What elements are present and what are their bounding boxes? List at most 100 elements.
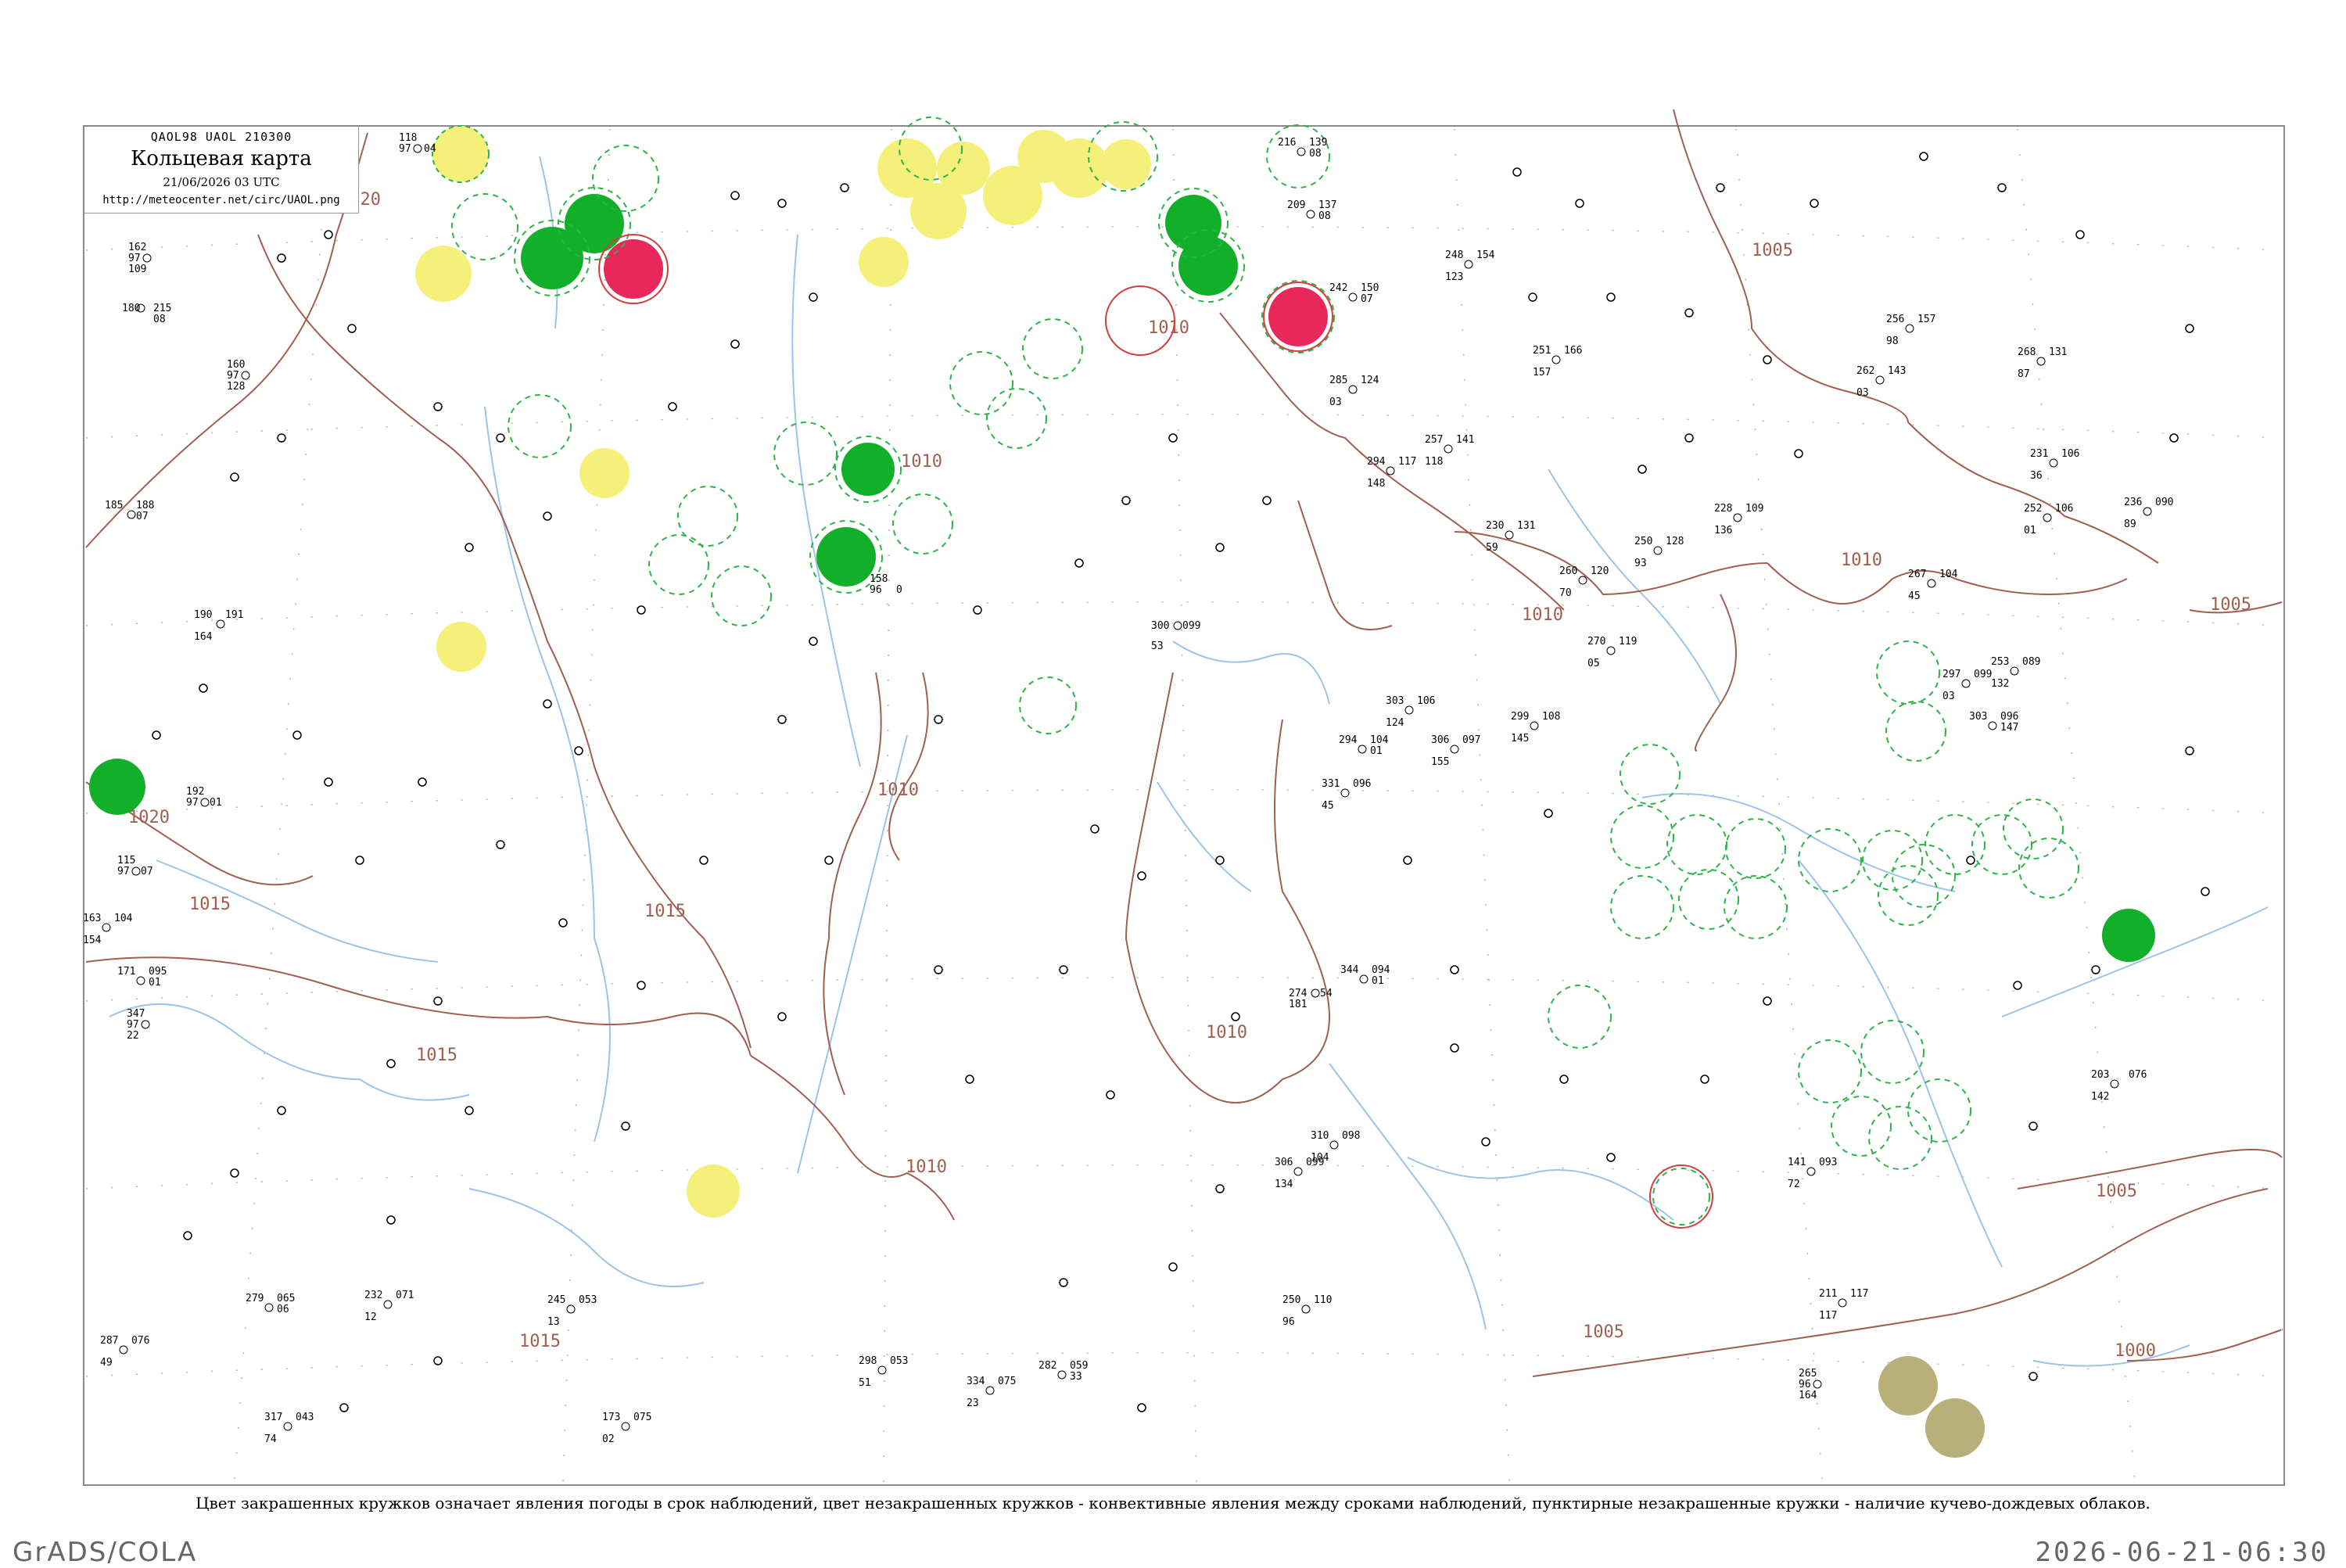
- svg-text:282: 282: [1038, 1360, 1056, 1372]
- station: 209 13708: [1287, 199, 1336, 222]
- map-datetime: 21/06/2026 03 UTC: [163, 175, 280, 189]
- filled-circle-green: [841, 443, 895, 496]
- station: 299 108 145: [1511, 711, 1560, 745]
- station: 310 098 104: [1311, 1130, 1360, 1164]
- svg-text:185: 185: [105, 500, 123, 511]
- svg-text:03: 03: [1856, 387, 1869, 399]
- isobar-label: 1005: [1583, 1322, 1624, 1342]
- filled-circle-green: [89, 759, 145, 815]
- svg-text:36: 36: [2030, 470, 2043, 482]
- filled-circle-red: [604, 239, 663, 299]
- station: 163 104 154: [83, 913, 133, 946]
- title-box: QAOL98 UAOL 210300 Кольцевая карта 21/06…: [84, 127, 359, 213]
- svg-text:01: 01: [149, 977, 161, 989]
- red-rings: [598, 234, 1713, 1229]
- station: 26596164: [1799, 1368, 1822, 1401]
- svg-text:01: 01: [2024, 525, 2036, 536]
- station: 250 128 93: [1634, 536, 1684, 569]
- svg-text:331: 331: [1322, 778, 1340, 790]
- svg-text:253: 253: [1991, 656, 2009, 668]
- svg-text:115: 115: [117, 855, 135, 867]
- svg-text:74: 74: [264, 1433, 277, 1445]
- svg-text:262: 262: [1856, 365, 1874, 377]
- station: 256 157 98: [1886, 314, 1935, 347]
- isobar-label: 1010: [1841, 551, 1882, 570]
- svg-text:117: 117: [1398, 456, 1416, 468]
- bulletin-code: QAOL98 UAOL 210300: [150, 130, 292, 144]
- svg-text:216: 216: [1278, 137, 1296, 149]
- svg-text:076: 076: [131, 1335, 149, 1347]
- svg-text:97: 97: [128, 253, 141, 264]
- svg-text:89: 89: [2124, 518, 2136, 530]
- station: 252 106 01: [2024, 503, 2073, 536]
- svg-text:248: 248: [1445, 249, 1463, 261]
- svg-text:209: 209: [1287, 199, 1305, 211]
- isobar-label: 1010: [901, 452, 942, 472]
- station-plots: 11897 04 16297109 180 21508 16097128 185 18…: [83, 132, 2173, 1445]
- svg-text:180: 180: [122, 303, 140, 314]
- svg-text:076: 076: [2129, 1069, 2147, 1081]
- svg-text:49: 49: [100, 1357, 113, 1369]
- svg-text:106: 106: [1417, 695, 1435, 707]
- svg-text:01: 01: [1370, 745, 1383, 757]
- svg-text:22: 22: [127, 1030, 139, 1042]
- svg-text:158: 158: [870, 573, 888, 585]
- svg-text:06: 06: [277, 1304, 289, 1315]
- station: 19297 01: [186, 786, 222, 809]
- svg-text:97: 97: [117, 866, 130, 877]
- svg-text:203: 203: [2091, 1069, 2109, 1081]
- svg-text:306: 306: [1431, 734, 1449, 746]
- svg-text:053: 053: [579, 1294, 597, 1306]
- svg-text:071: 071: [396, 1290, 414, 1301]
- svg-text:109: 109: [1745, 503, 1763, 515]
- svg-text:08: 08: [1309, 148, 1322, 160]
- svg-text:188: 188: [136, 500, 154, 511]
- station: 274181 54: [1289, 988, 1333, 1010]
- station: 268 131 87: [2018, 346, 2067, 380]
- source-url[interactable]: http://meteocenter.net/circ/UAOL.png: [84, 194, 358, 206]
- svg-text:147: 147: [2000, 722, 2018, 734]
- station: 236 090 89: [2124, 497, 2173, 530]
- station: 3479722: [127, 1008, 150, 1042]
- isobar-label: 1015: [416, 1046, 457, 1065]
- svg-text:104: 104: [1311, 1152, 1329, 1164]
- isobar-label: 1010: [1522, 605, 1563, 625]
- svg-text:260: 260: [1559, 565, 1577, 577]
- svg-text:01: 01: [210, 797, 222, 809]
- isobar-labels: 1020 1020 1015 1015 1015 1015 1010 1010 …: [128, 190, 2251, 1361]
- svg-text:131: 131: [2049, 346, 2067, 358]
- svg-text:141: 141: [1456, 434, 1474, 446]
- station: 294 10401: [1339, 734, 1389, 757]
- svg-text:043: 043: [296, 1412, 314, 1423]
- svg-text:51: 51: [859, 1377, 871, 1389]
- filled-circle-yellow: [432, 125, 490, 183]
- station: 344 09401: [1340, 964, 1390, 987]
- svg-text:059: 059: [1070, 1360, 1088, 1372]
- filled-circle-yellow: [1049, 138, 1109, 198]
- svg-text:13: 13: [547, 1316, 560, 1328]
- isobar-label: 1015: [189, 895, 231, 914]
- station: 282 05933: [1038, 1360, 1088, 1383]
- isobar-label: 1010: [906, 1157, 947, 1177]
- station: 257 141 118: [1425, 434, 1474, 468]
- svg-text:065: 065: [277, 1293, 295, 1304]
- svg-text:164: 164: [1799, 1390, 1817, 1401]
- isobar-label: 1005: [2096, 1182, 2137, 1201]
- filled-circle-yellow: [436, 622, 486, 672]
- svg-text:190: 190: [194, 609, 212, 621]
- station: 294 117 148: [1367, 456, 1416, 490]
- svg-text:141: 141: [1788, 1157, 1806, 1168]
- svg-text:124: 124: [1386, 717, 1404, 729]
- svg-text:148: 148: [1367, 478, 1385, 490]
- svg-text:07: 07: [1361, 293, 1373, 305]
- filled-circle-green: [2102, 909, 2155, 962]
- isobar-label: 1010: [877, 780, 919, 800]
- footer-software: GrADS/COLA: [13, 1537, 198, 1568]
- station: 11597 07: [117, 855, 153, 877]
- svg-text:08: 08: [1318, 210, 1331, 222]
- svg-text:267: 267: [1908, 569, 1926, 580]
- svg-text:97: 97: [127, 1019, 139, 1031]
- filled-circle-yellow: [1101, 139, 1151, 189]
- svg-text:334: 334: [967, 1376, 985, 1387]
- svg-text:171: 171: [117, 966, 135, 978]
